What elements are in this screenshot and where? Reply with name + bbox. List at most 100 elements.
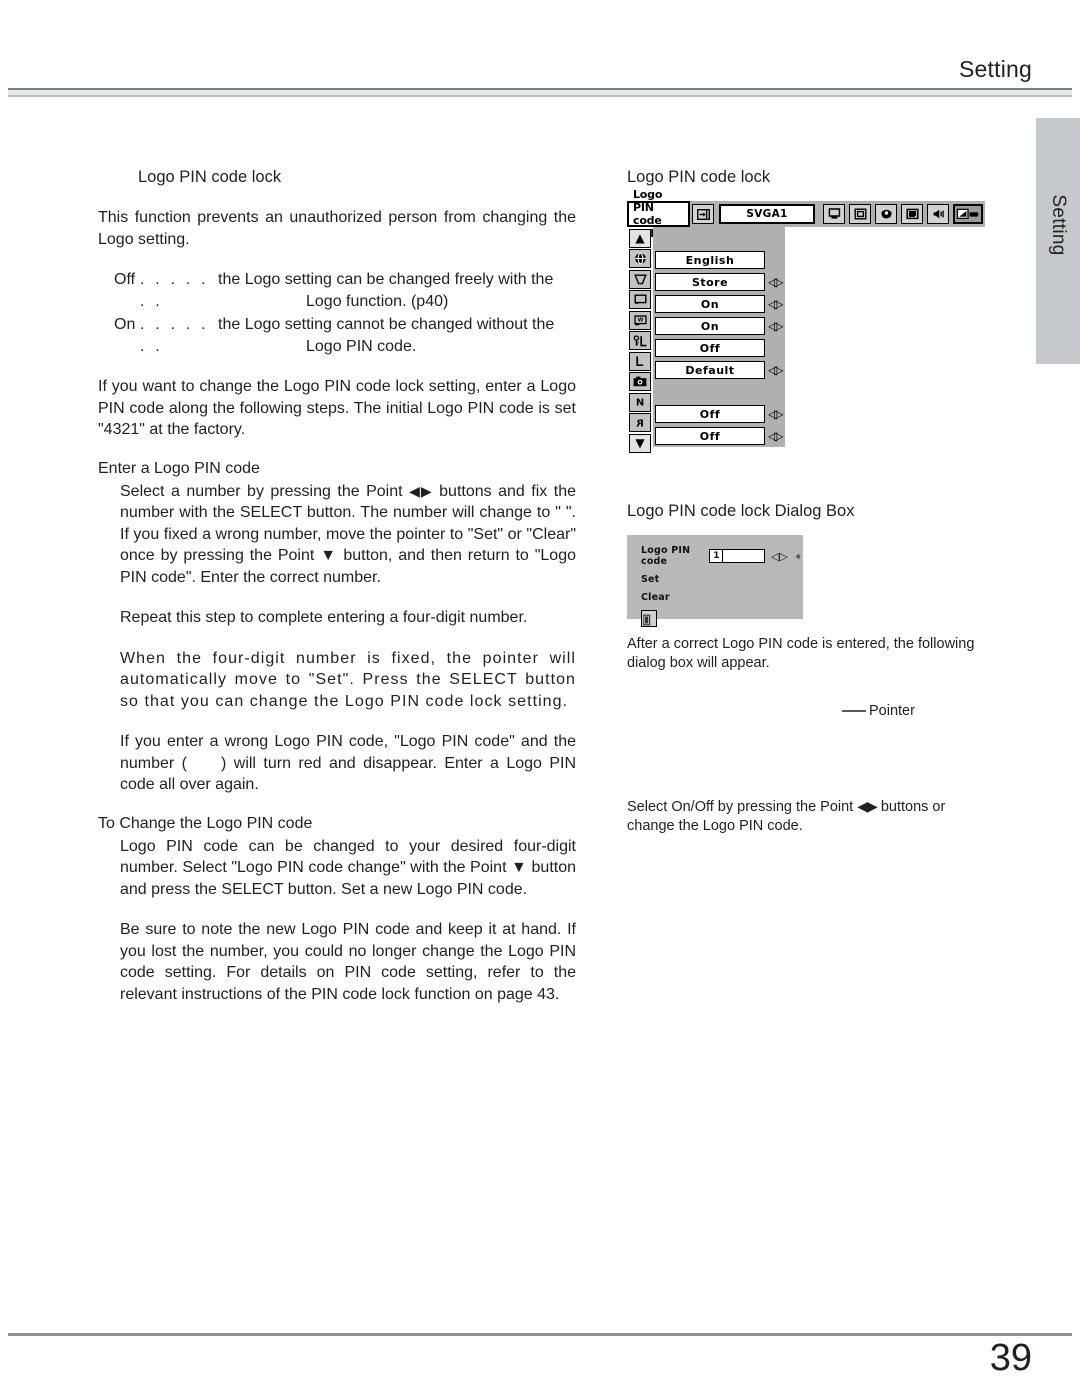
change-step1-part-a: Logo PIN code can be changed to your des…	[120, 837, 576, 877]
ceiling-icon[interactable]: И	[629, 392, 651, 412]
lr-arrows-icon-blue-back[interactable]: ◁▷	[768, 298, 784, 310]
subheading-to-change-logo-pin-code: To Change the Logo PIN code	[98, 814, 313, 832]
osd-value-logo[interactable]: Default	[655, 361, 765, 379]
dialog-row-logo-pin-code[interactable]: Logo PIN code 1 ◁▷ ➧	[641, 545, 803, 567]
paragraph-bottom-note: Select On/Off by pressing the Point ◀▶ b…	[627, 797, 987, 836]
footer-divider	[8, 1333, 1072, 1336]
osd-value-column: English Store ◁▷ On ◁▷ On ◁▷ Off Default…	[653, 227, 785, 454]
display-icon[interactable]: W	[629, 310, 651, 330]
osd-menu-screenshot: Logo PIN code lock SVGA1	[627, 188, 987, 454]
point-lr-arrows-icon: ◀▶	[409, 482, 434, 499]
option-term-on: On	[114, 316, 136, 333]
dialog-row-clear[interactable]: Clear	[641, 592, 803, 603]
lr-arrows-icon-dialog[interactable]: ◁▷	[771, 550, 788, 563]
language-globe-icon[interactable]	[629, 249, 651, 268]
osd-row-logo-pin-code-lock[interactable]: Off	[653, 337, 785, 359]
left-column: Logo PIN code lock This function prevent…	[98, 168, 576, 1005]
dialog-label-set: Set	[641, 574, 660, 585]
paragraph-after-correct-code: After a correct Logo PIN code is entered…	[627, 636, 975, 671]
dialog-digit-value: 1	[710, 550, 724, 562]
paragraph-change-setting: If you want to change the Logo PIN code …	[98, 378, 576, 438]
sound-icon[interactable]	[927, 204, 949, 224]
option-desc-on: the Logo setting cannot be changed witho…	[218, 314, 576, 357]
osd-row-display[interactable]: On ◁▷	[653, 315, 785, 337]
lr-arrows-icon-logo[interactable]: ◁▷	[768, 364, 784, 376]
paragraph-enter-step4: If you enter a wrong Logo PIN code, "Log…	[120, 731, 576, 796]
osd-row-rear[interactable]: Off ◁▷	[653, 425, 785, 447]
osd-row-language[interactable]: English	[653, 249, 785, 271]
blue-back-icon[interactable]	[629, 290, 651, 309]
callout-label-pointer: Pointer	[869, 703, 915, 719]
option-desc-on-line1: the Logo setting cannot be changed witho…	[218, 316, 555, 333]
osd-value-rear[interactable]: Off	[655, 427, 765, 445]
osd-value-keystone[interactable]: Store	[655, 273, 765, 291]
dialog-row-set[interactable]: Set	[641, 574, 803, 585]
osd-value-language[interactable]: English	[655, 251, 765, 269]
osd-menu-title[interactable]: Logo PIN code lock	[627, 188, 690, 240]
osd-row-ceiling[interactable]: Off ◁▷	[653, 403, 785, 425]
osd-row-logo[interactable]: Default ◁▷	[653, 359, 785, 381]
osd-value-logo-pin-code-lock[interactable]: Off	[655, 339, 765, 357]
osd-value-ceiling[interactable]: Off	[655, 405, 765, 423]
input-source-icon[interactable]	[692, 204, 714, 224]
option-row-off: Off . . . . . . . the Logo setting can b…	[98, 269, 576, 312]
keystone-icon[interactable]	[629, 269, 651, 289]
logo-icon[interactable]	[629, 351, 651, 371]
osd-source-value[interactable]: SVGA1	[719, 204, 815, 224]
logo-pin-lock-icon[interactable]	[629, 331, 651, 350]
scroll-down-icon[interactable]: ▼	[629, 433, 651, 453]
point-down-arrow-icon-2: ▼	[511, 859, 527, 876]
callout-leader-line	[842, 710, 866, 712]
scroll-up-icon[interactable]: ▲	[629, 228, 651, 248]
svg-text:R: R	[636, 418, 644, 428]
page-number: 39	[989, 1337, 1032, 1379]
osd-value-blue-back[interactable]: On	[655, 295, 765, 313]
side-tab-setting: Setting	[1036, 118, 1080, 364]
svg-text:И: И	[636, 398, 644, 408]
lr-arrows-icon-keystone[interactable]: ◁▷	[768, 276, 784, 288]
lr-arrows-icon-rear[interactable]: ◁▷	[768, 430, 784, 442]
pointer-callout: Pointer	[842, 703, 915, 719]
computer-icon[interactable]	[823, 204, 845, 224]
figure-caption-dialog: Logo PIN code lock Dialog Box	[627, 502, 855, 520]
screen-icon[interactable]	[849, 204, 871, 224]
option-desc-off-line1: the Logo setting can be changed freely w…	[218, 271, 554, 288]
color-adjust-icon[interactable]	[875, 204, 897, 224]
paragraph-change-step2: Be sure to note the new Logo PIN code an…	[120, 921, 576, 1003]
paragraph-enter-step3: When the four-digit number is fixed, the…	[120, 649, 576, 710]
option-desc-off: the Logo setting can be changed freely w…	[218, 269, 576, 312]
paragraph-enter-step1: Select a number by pressing the Point ◀▶…	[120, 481, 576, 589]
capture-icon[interactable]	[629, 372, 651, 391]
osd-row-keystone[interactable]: Store ◁▷	[653, 271, 785, 293]
quit-door-icon[interactable]	[641, 610, 657, 627]
header-divider	[8, 88, 1072, 97]
option-definition-list: Off . . . . . . . the Logo setting can b…	[98, 269, 576, 357]
image-icon[interactable]	[901, 204, 923, 224]
osd-dialog-screenshot: Logo PIN code 1 ◁▷ ➧ Set Clear	[627, 535, 803, 627]
pointer-arrow-icon: ➧	[793, 549, 803, 563]
setting-icon[interactable]	[953, 204, 983, 224]
page-title: Setting	[958, 56, 1032, 82]
osd-menu-body: ▲ W И R ▼ English Store ◁▷ On ◁▷ On ◁▷ O…	[627, 227, 985, 454]
osd-menu-bar: Logo PIN code lock SVGA1	[627, 188, 985, 240]
osd-value-panel: English Store ◁▷ On ◁▷ On ◁▷ Off Default…	[653, 227, 785, 447]
option-desc-on-line2: Logo PIN code.	[306, 337, 417, 355]
option-row-on: On . . . . . . . the Logo setting cannot…	[98, 314, 576, 357]
osd-row-capture[interactable]	[653, 381, 785, 403]
enter-step4-part-b: ) will turn red and disappear. Enter a L…	[120, 754, 577, 794]
osd-value-display[interactable]: On	[655, 317, 765, 335]
lr-arrows-icon-display[interactable]: ◁▷	[768, 320, 784, 332]
dialog-label-clear: Clear	[641, 592, 670, 603]
dialog-field-logo-pin-code[interactable]: 1	[709, 549, 765, 563]
paragraph-intro: This function prevents an unauthorized p…	[98, 209, 576, 248]
dialog-label-logo-pin-code: Logo PIN code	[641, 545, 691, 567]
side-tab-label: Setting	[1048, 194, 1069, 256]
section-title-logo-pin-code-lock: Logo PIN code lock	[138, 168, 282, 186]
osd-row-blue-back[interactable]: On ◁▷	[653, 293, 785, 315]
lr-arrows-icon-ceiling[interactable]: ◁▷	[768, 408, 784, 420]
point-down-arrow-icon: ▼	[320, 547, 338, 564]
rear-icon[interactable]: R	[629, 413, 651, 432]
bottom-note-part-a: Select On/Off by pressing the Point	[627, 799, 858, 815]
right-column: Logo PIN code lock Logo PIN code lock SV…	[627, 168, 987, 836]
option-term-off: Off	[114, 271, 136, 288]
